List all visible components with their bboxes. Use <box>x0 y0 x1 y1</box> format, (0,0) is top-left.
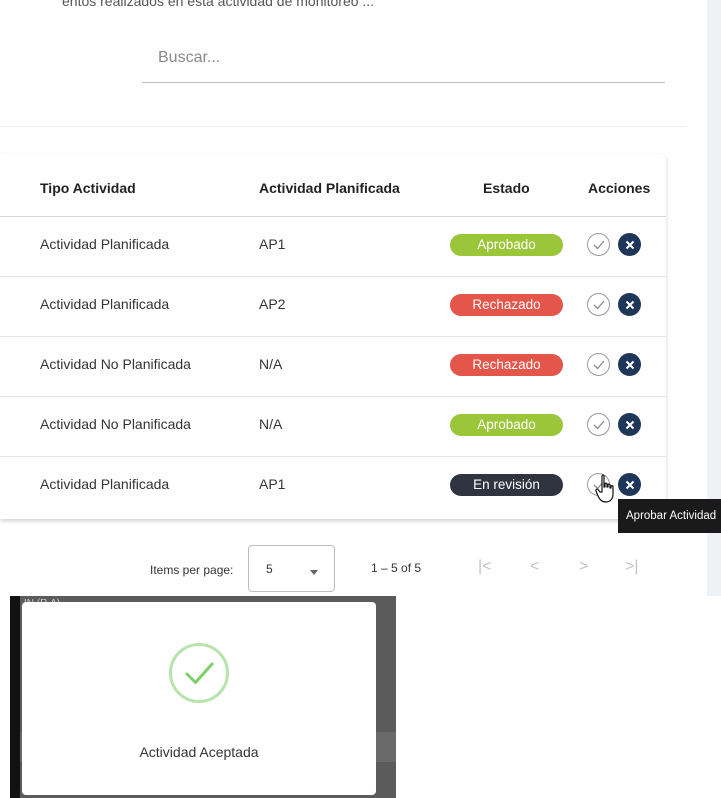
cell-planificada: AP2 <box>259 296 286 312</box>
cell-planificada: AP1 <box>259 476 286 492</box>
reject-button[interactable] <box>618 413 641 436</box>
hand-cursor-icon <box>595 474 614 503</box>
search-input[interactable] <box>142 36 665 80</box>
success-dialog: Actividad Aceptada <box>22 602 376 795</box>
status-badge: Rechazado <box>450 354 563 376</box>
header-actividad-planificada[interactable]: Actividad Planificada <box>259 180 400 196</box>
chevron-down-icon <box>310 570 318 575</box>
items-per-page-label: Items per page: <box>150 563 234 577</box>
cell-tipo: Actividad No Planificada <box>40 356 191 372</box>
close-icon <box>625 420 634 429</box>
table-row: Actividad Planificada AP1 Aprobado <box>0 217 666 277</box>
table-row: Actividad Planificada AP2 Rechazado <box>0 277 666 337</box>
close-icon <box>625 360 634 369</box>
table-row: Actividad No Planificada N/A Aprobado <box>0 397 666 457</box>
status-badge: Rechazado <box>450 294 563 316</box>
reject-button[interactable] <box>618 353 641 376</box>
cell-tipo: Actividad Planificada <box>40 476 170 492</box>
approve-button[interactable] <box>587 413 610 436</box>
last-page-button[interactable]: >| <box>625 558 639 576</box>
header-acciones: Acciones <box>588 180 651 196</box>
header-tipo-actividad[interactable]: Tipo Actividad <box>40 180 136 196</box>
reject-button[interactable] <box>618 473 641 496</box>
next-page-button[interactable]: > <box>579 558 588 576</box>
table-row: Actividad No Planificada N/A Rechazado <box>0 337 666 397</box>
check-icon <box>169 643 229 703</box>
approve-button[interactable] <box>587 233 610 256</box>
paginator: Items per page: 5 1 – 5 of 5 |< < > >| <box>0 530 706 596</box>
previous-page-button[interactable]: < <box>530 558 539 576</box>
status-badge: Aprobado <box>450 234 563 256</box>
page-size-select[interactable]: 5 <box>248 545 335 592</box>
check-circle-icon <box>593 240 604 249</box>
close-icon <box>625 480 634 489</box>
table-row: Actividad Planificada AP1 En revisión <box>0 457 666 517</box>
approve-button[interactable] <box>587 353 610 376</box>
page-size-value: 5 <box>266 562 273 576</box>
cell-planificada: N/A <box>259 356 283 372</box>
status-badge: En revisión <box>450 474 563 496</box>
page-range: 1 – 5 of 5 <box>371 561 422 575</box>
activities-table: Tipo Actividad Actividad Planificada Est… <box>0 154 666 519</box>
top-partial-text-area: entos realizados en esta actividad de mo… <box>0 0 721 12</box>
approve-tooltip: Aprobar Actividad <box>618 499 721 533</box>
success-message: Actividad Aceptada <box>139 744 259 760</box>
table-header: Tipo Actividad Actividad Planificada Est… <box>0 154 666 217</box>
section-divider <box>0 126 686 127</box>
reject-button[interactable] <box>618 233 641 256</box>
reject-button[interactable] <box>618 293 641 316</box>
close-icon <box>625 300 634 309</box>
cell-planificada: AP1 <box>259 236 286 252</box>
header-estado[interactable]: Estado <box>483 180 530 196</box>
cell-tipo: Actividad Planificada <box>40 296 170 312</box>
check-circle-icon <box>593 420 604 429</box>
approve-button[interactable] <box>587 293 610 316</box>
top-partial-text: entos realizados en esta actividad de mo… <box>62 0 375 9</box>
search-field <box>142 36 665 83</box>
first-page-button[interactable]: |< <box>478 558 492 576</box>
status-badge: Aprobado <box>450 414 563 436</box>
close-icon <box>625 240 634 249</box>
check-circle-icon <box>593 360 604 369</box>
check-circle-icon <box>593 300 604 309</box>
cell-planificada: N/A <box>259 416 283 432</box>
cell-tipo: Actividad Planificada <box>40 236 170 252</box>
cell-tipo: Actividad No Planificada <box>40 416 191 432</box>
